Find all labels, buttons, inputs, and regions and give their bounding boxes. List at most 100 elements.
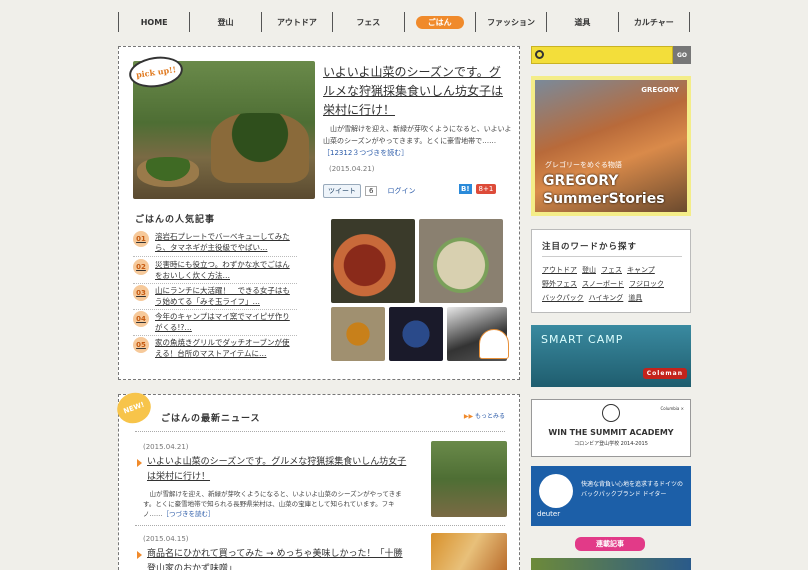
gregory-banner[interactable]: GREGORY グレゴリーをめぐる物語 GREGORY SummerStories [531, 76, 691, 216]
google-plus-button[interactable]: 8+1 [475, 184, 497, 194]
deuter-brand: deuter [537, 510, 561, 518]
search-input[interactable] [531, 46, 673, 64]
ranking-title: ごはんの人気記事 [135, 215, 216, 225]
deuter-logo-icon [539, 474, 573, 508]
gregory-headline-2: SummerStories [543, 191, 665, 207]
keyword-tag[interactable]: フジロック [629, 278, 664, 290]
smart-camp-banner[interactable]: SMART CAMP Coleman [531, 325, 691, 387]
basket-image [211, 113, 309, 183]
new-badge: NEW! [112, 388, 156, 428]
keyword-tag[interactable]: キャンプ [627, 264, 655, 276]
keyword-tag[interactable]: 野外フェス [542, 278, 577, 290]
pickup-title-link[interactable]: いよいよ山菜のシーズンです。グルメな狩猟採集食いしん坊女子は栄村に行け！ [323, 63, 511, 120]
tweet-button[interactable]: ツイート [323, 184, 361, 198]
emblem-icon [602, 404, 620, 422]
pickup-section: pick up!! いよいよ山菜のシーズンです。グルメな狩猟採集食いしん坊女子は… [118, 46, 520, 380]
hatena-bookmark-button[interactable]: B! [459, 184, 472, 194]
nav-home[interactable]: HOME [118, 12, 189, 32]
nav-outdoor[interactable]: アウトドア [260, 12, 332, 32]
read-more-link[interactable]: ［つづきを読む］ [163, 510, 215, 518]
nav-tozan[interactable]: 登山 [189, 12, 260, 32]
nav-label: 道具 [574, 17, 591, 27]
nav-label: フェス [356, 17, 381, 27]
nav-fes[interactable]: フェス [332, 12, 403, 32]
ranking-item[interactable]: 01 溶岩石プレートでバーベキューしてみたら、タマネギが主役級でやばい… [133, 231, 297, 253]
news-title: ごはんの最新ニュース [161, 414, 261, 424]
keyword-title: 注目のワードから探す [542, 242, 638, 252]
search-go-button[interactable]: GO [673, 46, 691, 64]
divider [133, 283, 297, 284]
series-label: 連載記事 [575, 537, 645, 551]
rank-text: 溶岩石プレートでバーベキューしてみたら、タマネギが主役級でやばい… [155, 232, 290, 252]
deuter-text: 快適な背負い心地を追求するドイツのバックパックブランド ドイター [581, 481, 684, 498]
news-more-label: もっとみる [474, 413, 505, 420]
news-headline-link[interactable]: いよいよ山菜のシーズンです。グルメな狩猟採集食いしん坊女子は栄村に行け！ [137, 455, 409, 485]
news-body: 山が雪解けを迎え、新緑が芽吹くようになると、いよいよ山菜のシーズンがやってきます… [143, 489, 409, 519]
nav-label: HOME [140, 17, 168, 27]
smart-camp-title: SMART CAMP [541, 333, 624, 346]
gregory-headline-1: GREGORY [543, 173, 619, 189]
divider [133, 309, 297, 310]
ranking-item[interactable]: 05 家の魚焼きグリルでダッチオーブンが使える！台所のマストアイテムに… [133, 337, 297, 359]
social-buttons: ツイート 6 ログイン [323, 184, 415, 198]
nav-label: アウトドア [276, 17, 317, 27]
pickup-date: (2015.04.21) [329, 165, 375, 173]
login-link[interactable]: ログイン [387, 186, 415, 196]
news-headline-link[interactable]: 商品名にひかれて買ってみた → めっちゃ美味しかった！「十勝登山家のおかず味噌」 [137, 547, 409, 570]
summit-title: WIN THE SUMMIT ACADEMY [548, 428, 674, 437]
divider [135, 431, 505, 432]
gregory-subtitle: グレゴリーをめぐる物語 [545, 161, 622, 169]
news-photo-2[interactable] [431, 533, 507, 570]
nav-label: ごはん [415, 15, 464, 29]
coleman-logo: Coleman [642, 368, 687, 379]
divider [133, 256, 297, 257]
keyword-tag[interactable]: 登山 [582, 264, 596, 276]
read-more-link[interactable]: ［12312３つづきを読む］ [323, 149, 408, 157]
nav-dougu[interactable]: 道具 [546, 12, 617, 32]
keyword-tag[interactable]: ハイキング [589, 292, 624, 304]
news-date: (2015.04.21) [143, 443, 189, 451]
mushroom-illustration-icon [479, 329, 509, 359]
ranking-item[interactable]: 04 今年のキャンプはマイ窯でマイピザ作りがくる!?… [133, 311, 297, 333]
keyword-tag[interactable]: スノーボード [582, 278, 624, 290]
keyword-tag[interactable]: 道具 [628, 292, 642, 304]
ranking-item[interactable]: 03 山にランチに大活躍！ できる女子はもう始めてる「みそ玉ライフ」… [133, 285, 297, 307]
nav-fashion[interactable]: ファッション [474, 12, 546, 32]
ranking-photo-2[interactable] [419, 219, 503, 303]
keyword-tag[interactable]: アウトドア [542, 264, 577, 276]
ranking-photo-3[interactable] [331, 307, 385, 361]
news-more-link[interactable]: ▶▶ もっとみる [464, 411, 505, 420]
nav-gohan[interactable]: ごはん [403, 12, 475, 32]
gregory-photo: GREGORY グレゴリーをめぐる物語 GREGORY SummerStories [535, 80, 687, 212]
pickup-desc-text: 山が雪解けを迎え、新緑が芽吹くようになると、いよいよ山菜のシーズンがやってきます… [323, 125, 512, 145]
main-nav: HOME 登山 アウトドア フェス ごはん ファッション 道具 カルチャー [118, 12, 690, 32]
nav-culture[interactable]: カルチャー [617, 12, 690, 32]
news-date: (2015.04.15) [143, 535, 189, 543]
keyword-tag[interactable]: フェス [601, 264, 622, 276]
summit-academy-banner[interactable]: Columbia × WIN THE SUMMIT ACADEMY コロンビア登… [531, 399, 691, 457]
summit-subtitle: コロンビア登山学校 2014-2015 [574, 441, 648, 447]
divider [542, 256, 682, 257]
news-photo-1[interactable] [431, 441, 507, 517]
keyword-tag[interactable]: バックパック [542, 292, 584, 304]
rank-text: 山にランチに大活躍！ できる女子はもう始めてる「みそ玉ライフ」… [155, 286, 290, 306]
rank-number: 02 [133, 259, 149, 275]
pickup-description: 山が雪解けを迎え、新緑が芽吹くようになると、いよいよ山菜のシーズンがやってきます… [323, 123, 513, 159]
series-banner[interactable] [531, 558, 691, 570]
nav-label: 登山 [217, 17, 234, 27]
tweet-count: 6 [365, 186, 378, 196]
deuter-banner[interactable]: deuter 快適な背負い心地を追求するドイツのバックパックブランド ドイター [531, 466, 691, 526]
ranking-photo-1[interactable] [331, 219, 415, 303]
nav-label: ファッション [487, 17, 536, 27]
rank-number: 03 [133, 285, 149, 301]
keyword-tags: アウトドア 登山 フェス キャンプ 野外フェス スノーボード フジロック バック… [542, 264, 686, 304]
double-arrow-icon: ▶▶ [463, 413, 475, 420]
nav-label: カルチャー [633, 17, 674, 27]
divider [133, 335, 297, 336]
share-buttons: B! 8+1 [459, 184, 497, 194]
ranking-photo-4[interactable] [389, 307, 443, 361]
news-section: NEW! ごはんの最新ニュース ▶▶ もっとみる (2015.04.21) いよ… [112, 388, 520, 570]
ranking-item[interactable]: 02 災害時にも役立つ。わずかな水でごはんをおいしく炊く方法… [133, 259, 297, 281]
rank-number: 01 [133, 231, 149, 247]
gregory-logo: GREGORY [641, 86, 679, 94]
